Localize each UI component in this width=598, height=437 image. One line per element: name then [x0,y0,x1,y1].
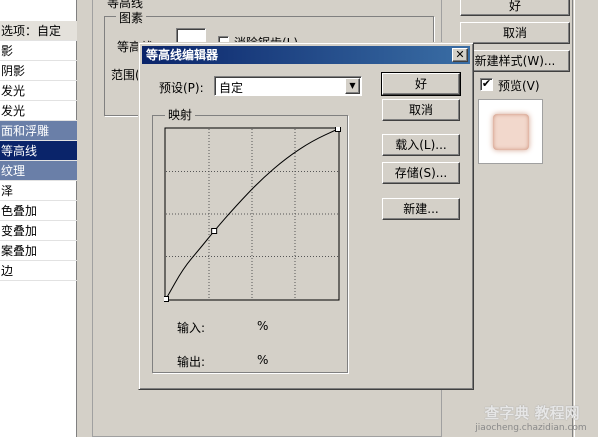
close-button[interactable]: ✕ [452,48,468,62]
chevron-down-icon: ▼ [349,81,356,90]
checkbox-icon: ✔ [481,77,492,90]
curve-control-point[interactable] [211,228,218,234]
preset-value: 自定 [219,81,244,95]
styles-list-item-bevel[interactable]: 面和浮雕 [0,121,77,141]
output-value[interactable]: % [257,353,268,367]
preset-dropdown-button[interactable]: ▼ [345,78,360,94]
output-label: 输出: [177,355,206,369]
styles-list-item-gradient-overlay[interactable]: 变叠加 [0,221,77,241]
new-style-button[interactable]: 新建样式(W)... [460,50,570,72]
preset-label: 预设(P): [159,81,204,95]
contour-curve-graph[interactable] [164,127,342,303]
close-icon: ✕ [455,48,465,61]
curve-control-point[interactable] [335,127,341,132]
range-label: 范围( [111,68,140,82]
styles-list-item-pattern-overlay[interactable]: 案叠加 [0,241,77,261]
input-value[interactable]: % [257,319,268,333]
new-button[interactable]: 新建... [382,198,460,220]
styles-list-item-texture[interactable]: 纹理 [0,161,77,181]
styles-list-item-stroke[interactable]: 边 [0,261,77,281]
styles-list-item-outer-glow[interactable]: 发光 [0,81,77,101]
style-preview-swatch [493,114,529,150]
layer-style-cancel-button[interactable]: 取消 [460,22,570,44]
styles-list-item-blending[interactable]: 选项：自定 [0,21,77,41]
load-button[interactable]: 载入(L)... [382,134,460,156]
save-button[interactable]: 存储(S)... [382,162,460,184]
styles-list-item-satin[interactable]: 泽 [0,181,77,201]
styles-list-item-inner-shadow[interactable]: 阴影 [0,61,77,81]
dialog-title: 等高线编辑器 [146,48,219,62]
preset-select[interactable]: 自定 ▼ [214,76,362,96]
contour-editor-dialog: 等高线编辑器 ✕ 预设(P): 自定 ▼ 映射 输入: % 输出: % 好 取消… [138,42,474,390]
preview-label: 预览(V) [498,79,540,93]
elements-subgroup-title: 图素 [116,9,147,26]
style-preview [478,99,543,164]
preview-checkbox[interactable]: ✔ [480,78,493,91]
styles-list-item-color-overlay[interactable]: 色叠加 [0,201,77,221]
styles-list-item-drop-shadow[interactable]: 影 [0,41,77,61]
input-label: 输入: [177,321,206,335]
cancel-button[interactable]: 取消 [382,99,460,121]
curve-control-point[interactable] [164,296,169,302]
window-edge [572,0,575,437]
mapping-group-title: 映射 [165,106,196,123]
watermark-url: jiaocheng.chazidian.com [475,423,587,433]
dialog-titlebar[interactable]: 等高线编辑器 ✕ [142,46,470,64]
styles-list: 选项：自定 影 阴影 发光 发光 面和浮雕 等高线 纹理 泽 色叠加 变叠加 案… [0,0,77,437]
watermark-text: 查字典 教程网 [484,404,580,422]
ok-button[interactable]: 好 [381,72,461,96]
layer-style-ok-button[interactable]: 好 [460,0,570,16]
styles-list-item-contour[interactable]: 等高线 [0,141,77,161]
styles-list-item-inner-glow[interactable]: 发光 [0,101,77,121]
